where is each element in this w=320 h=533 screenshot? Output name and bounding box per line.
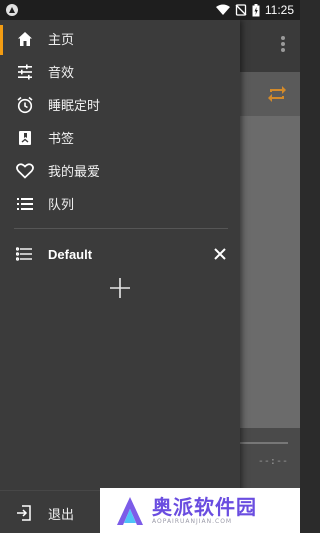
menu-item-queue[interactable]: 队列 xyxy=(0,187,240,220)
more-options-icon xyxy=(280,34,286,56)
battery-icon xyxy=(252,3,260,16)
playlist-item-default[interactable]: Default xyxy=(0,240,240,268)
wifi-icon xyxy=(215,4,230,15)
menu-label: 书签 xyxy=(48,132,75,147)
status-time: 11:25 xyxy=(264,3,294,17)
menu-label: 音效 xyxy=(48,66,75,81)
menu-item-bookmarks[interactable]: 书签 xyxy=(0,121,240,154)
progress-line xyxy=(240,442,288,444)
playlist-name: Default xyxy=(48,246,93,262)
watermark: 奥派软件园 AOPAIRUANJIAN.COM xyxy=(100,488,300,533)
close-icon xyxy=(214,248,226,260)
menu-item-favorites[interactable]: 我的最爱 xyxy=(0,154,240,187)
menu-label: 我的最爱 xyxy=(48,165,101,180)
menu-item-sound-effects[interactable]: 音效 xyxy=(0,55,240,88)
navigation-drawer: 主页 音效 睡眠定时 书签 我的最爱 队列 Default 退出 xyxy=(0,20,240,533)
menu-item-sleep-timer[interactable]: 睡眠定时 xyxy=(0,88,240,121)
alarm-clock-icon xyxy=(0,88,48,121)
watermark-logo-icon xyxy=(117,496,143,525)
watermark-text-cn: 奥派软件园 xyxy=(152,495,257,519)
heart-icon xyxy=(0,154,48,187)
repeat-icon xyxy=(268,86,286,102)
playlist-icon xyxy=(0,240,48,268)
home-icon xyxy=(0,22,48,55)
app-notification-icon xyxy=(6,4,18,16)
no-sim-icon xyxy=(235,4,247,16)
add-playlist-button[interactable] xyxy=(106,274,134,302)
bookmark-icon xyxy=(0,121,48,154)
menu-item-home[interactable]: 主页 xyxy=(0,22,240,55)
menu-label: 睡眠定时 xyxy=(48,99,101,114)
time-display: --:-- xyxy=(257,456,288,467)
exit-label: 退出 xyxy=(48,507,75,523)
menu-label: 主页 xyxy=(48,33,75,48)
status-bar: 11:25 xyxy=(0,0,300,20)
plus-icon xyxy=(110,278,130,298)
equalizer-icon xyxy=(0,55,48,88)
section-divider xyxy=(14,228,228,229)
menu-label: 队列 xyxy=(48,198,75,213)
exit-icon xyxy=(0,497,48,529)
queue-list-icon xyxy=(0,187,48,220)
watermark-text-en: AOPAIRUANJIAN.COM xyxy=(152,518,233,525)
remove-playlist-button[interactable] xyxy=(206,240,234,268)
